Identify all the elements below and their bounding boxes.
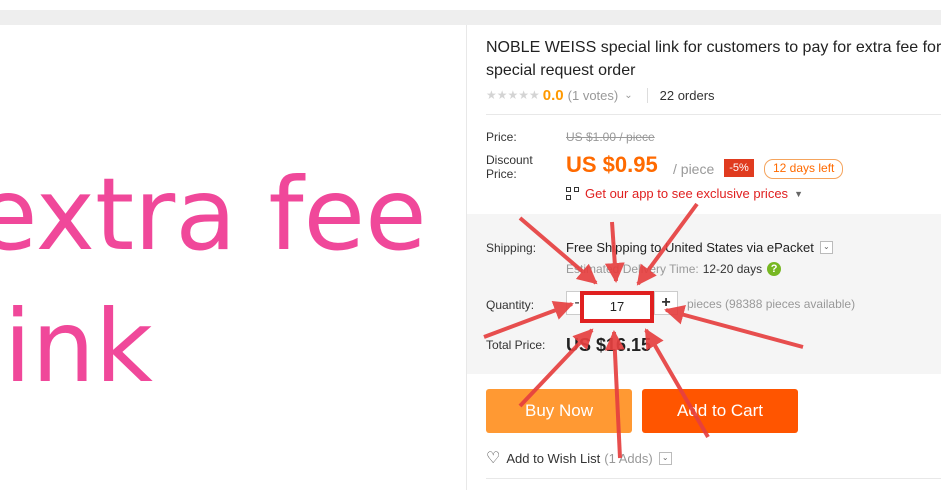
caret-down-icon[interactable]: ▼	[794, 189, 803, 199]
chevron-down-icon[interactable]: ⌄	[819, 241, 833, 254]
app-promo-link[interactable]: Get our app to see exclusive prices ▼	[566, 186, 803, 201]
chevron-down-icon[interactable]: ⌄	[624, 90, 632, 101]
product-image[interactable]: extra fee link	[0, 25, 466, 490]
estimated-delivery-label: Estimated Delivery Time:	[566, 262, 699, 276]
product-title: NOBLE WEISS special link for customers t…	[486, 39, 941, 79]
original-price: US $1.00 / piece	[566, 130, 655, 144]
per-piece-unit: / piece	[673, 161, 715, 177]
qr-code-icon	[566, 187, 579, 200]
discount-label-line2: Price:	[486, 167, 517, 181]
shipping-method[interactable]: Free Shipping to United States via ePack…	[566, 240, 814, 255]
product-image-text-line1: extra fee	[0, 156, 427, 273]
app-promo-text[interactable]: Get our app to see exclusive prices	[585, 186, 788, 201]
product-image-text-line2: link	[0, 288, 153, 405]
discount-price: US $0.95	[566, 152, 658, 177]
quantity-input[interactable]: 17	[580, 291, 654, 323]
help-icon[interactable]: ?	[767, 262, 782, 276]
total-price-label: Total Price:	[486, 338, 546, 352]
chevron-down-icon[interactable]: ⌄	[658, 451, 672, 465]
price-label: Price:	[486, 130, 517, 144]
divider	[486, 114, 941, 115]
add-to-cart-button[interactable]: Add to Cart	[642, 389, 798, 433]
estimated-delivery: Estimated Delivery Time: 12-20 days ?	[566, 262, 782, 276]
discount-badge: -5%	[724, 159, 754, 177]
shipping-method-select[interactable]: Free Shipping to United States via ePack…	[566, 240, 833, 255]
wish-list-adds: (1 Adds)	[604, 450, 653, 466]
votes-count[interactable]: (1 votes)	[568, 88, 619, 103]
quantity-increase-button[interactable]: +	[654, 291, 678, 315]
discount-label: Discount Price:	[486, 153, 533, 181]
orders-count: 22 orders	[646, 87, 715, 103]
star-rating-icon: ★★★★★	[486, 88, 540, 102]
total-price-value: US $16.15	[566, 335, 652, 355]
page-header-band	[0, 10, 941, 25]
days-left-badge: 12 days left	[764, 159, 844, 179]
browser-top-strip	[0, 0, 941, 10]
quantity-availability: pieces (98388 pieces available)	[687, 297, 856, 311]
rating-row: ★★★★★ 0.0 (1 votes) ⌄ 22 orders	[486, 86, 715, 104]
shipping-label: Shipping:	[486, 241, 537, 255]
quantity-label: Quantity:	[486, 298, 535, 312]
heart-icon[interactable]: ♡	[486, 448, 500, 468]
wish-list-label[interactable]: Add to Wish List	[506, 451, 600, 466]
rating-score: 0.0	[542, 86, 564, 104]
buy-now-button[interactable]: Buy Now	[486, 389, 632, 433]
add-to-wish-list[interactable]: ♡ Add to Wish List (1 Adds) ⌄	[486, 448, 672, 468]
discount-label-line1: Discount	[486, 153, 533, 167]
divider	[486, 478, 941, 479]
estimated-delivery-value: 12-20 days	[702, 262, 763, 276]
